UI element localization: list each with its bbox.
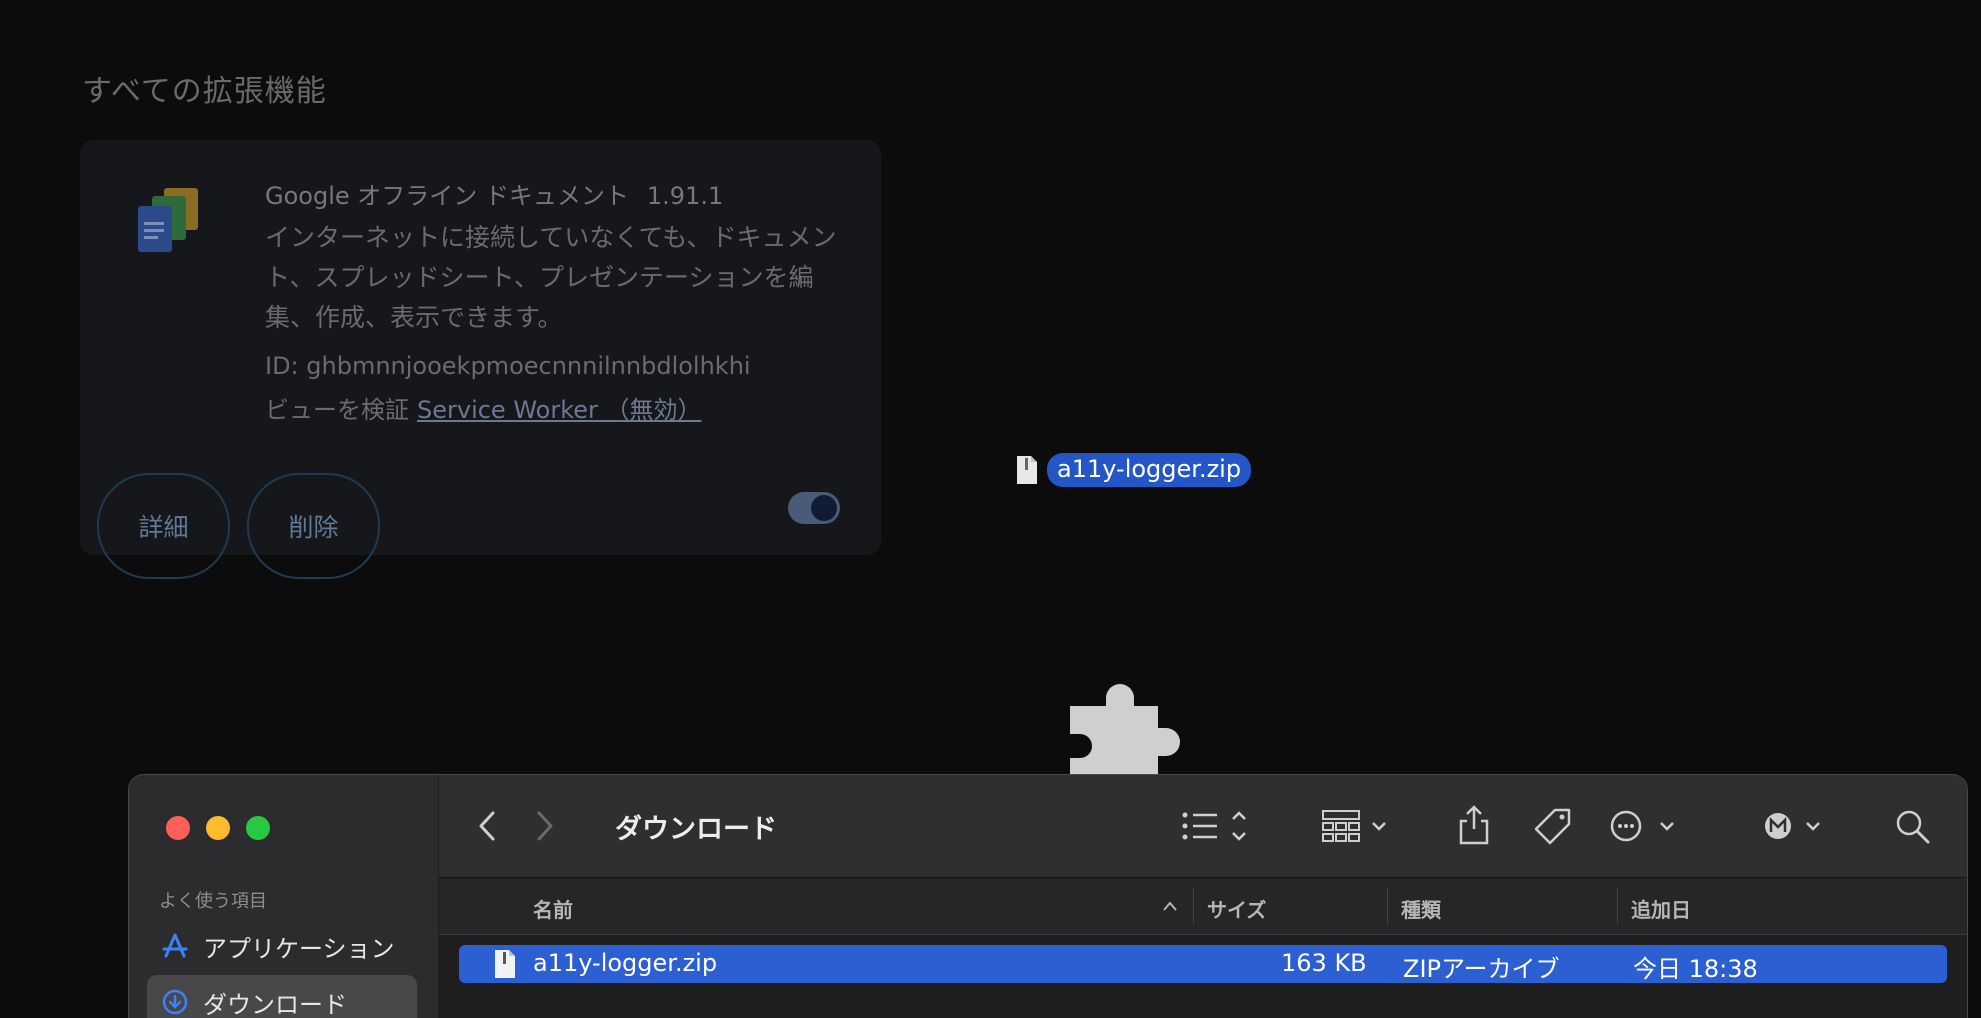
column-divider[interactable] [1617, 888, 1618, 924]
extension-description: インターネットに接続していなくても、ドキュメント、スプレッドシート、プレゼンテー… [265, 223, 837, 332]
extension-version: 1.91.1 [646, 182, 724, 210]
file-name: a11y-logger.zip [533, 949, 718, 977]
dragged-file[interactable]: a11y-logger.zip [1015, 453, 1252, 487]
finder-sidebar: よく使う項目 アプリケーション ダウンロード [129, 775, 439, 1018]
zoom-window-button[interactable] [246, 816, 270, 840]
file-date-added: 今日 18:38 [1633, 955, 1758, 983]
download-icon [162, 989, 188, 1015]
extension-puzzle-icon [1070, 684, 1180, 786]
list-view-icon[interactable] [1181, 809, 1251, 843]
share-icon[interactable] [1457, 805, 1491, 845]
column-size[interactable]: サイズ [1207, 894, 1266, 923]
file-kind: ZIPアーカイブ [1403, 955, 1560, 983]
column-divider[interactable] [1193, 888, 1194, 924]
extension-name: Google オフライン ドキュメント 1.91.1 [265, 176, 723, 211]
account-icon[interactable] [1763, 811, 1827, 841]
details-button[interactable]: 詳細 [97, 473, 230, 579]
column-name[interactable]: 名前 [533, 894, 573, 923]
search-icon[interactable] [1895, 809, 1931, 845]
inspect-views: ビューを検証 Service Worker （無効） [265, 390, 702, 425]
group-icon[interactable] [1321, 809, 1391, 843]
zip-file-icon [495, 950, 515, 978]
zip-file-icon [1017, 456, 1037, 484]
back-chevron-icon[interactable] [475, 809, 499, 843]
column-date-added[interactable]: 追加日 [1631, 894, 1691, 923]
screen: すべての拡張機能 Google オフライン ドキュメント 1.91.1 インターネ… [0, 0, 1981, 1018]
finder-main: ダウンロード 名前 サイズ 種類 追加日 a11y-logger.zip 163… [439, 775, 1967, 1018]
toggle-knob [811, 495, 837, 521]
sidebar-item-applications[interactable]: アプリケーション [147, 919, 417, 973]
remove-button[interactable]: 削除 [247, 473, 380, 579]
column-header: 名前 サイズ 種類 追加日 [439, 878, 1967, 935]
sort-ascending-icon [1163, 901, 1177, 911]
sidebar-item-label: アプリケーション [203, 934, 395, 963]
sidebar-item-downloads[interactable]: ダウンロード [147, 975, 417, 1018]
favorites-header: よく使う項目 [159, 891, 267, 912]
inspect-views-label: ビューを検証 [265, 396, 409, 424]
file-size: 163 KB [1281, 949, 1367, 977]
dragged-file-label: a11y-logger.zip [1047, 453, 1252, 487]
column-kind[interactable]: 種類 [1401, 894, 1441, 923]
extension-title: Google オフライン ドキュメント [265, 182, 629, 210]
extension-id: ID: ghbmnnjooekpmoecnnnilnnbdlolhkhi [265, 352, 751, 380]
folder-title: ダウンロード [615, 814, 777, 845]
finder-window: よく使う項目 アプリケーション ダウンロード ダウンロード 名前 サイズ 種類 … [128, 774, 1968, 1018]
sidebar-item-label: ダウンロード [203, 990, 347, 1018]
column-divider[interactable] [1387, 888, 1388, 924]
apps-icon [162, 933, 188, 958]
forward-chevron-icon[interactable] [533, 809, 557, 843]
minimize-window-button[interactable] [206, 816, 230, 840]
extension-card: Google オフライン ドキュメント 1.91.1 インターネットに接続していな… [80, 140, 881, 579]
enable-toggle[interactable] [788, 492, 840, 524]
finder-toolbar: ダウンロード [439, 775, 1967, 878]
table-row[interactable]: a11y-logger.zip 163 KB ZIPアーカイブ 今日 18:38 [459, 945, 1947, 983]
google-docs-offline-icon [138, 188, 198, 252]
close-window-button[interactable] [166, 816, 190, 840]
section-title: すべての拡張機能 [82, 74, 327, 109]
more-actions-icon[interactable] [1609, 809, 1679, 843]
service-worker-link[interactable]: Service Worker （無効） [417, 396, 702, 424]
tag-icon[interactable] [1533, 807, 1573, 845]
